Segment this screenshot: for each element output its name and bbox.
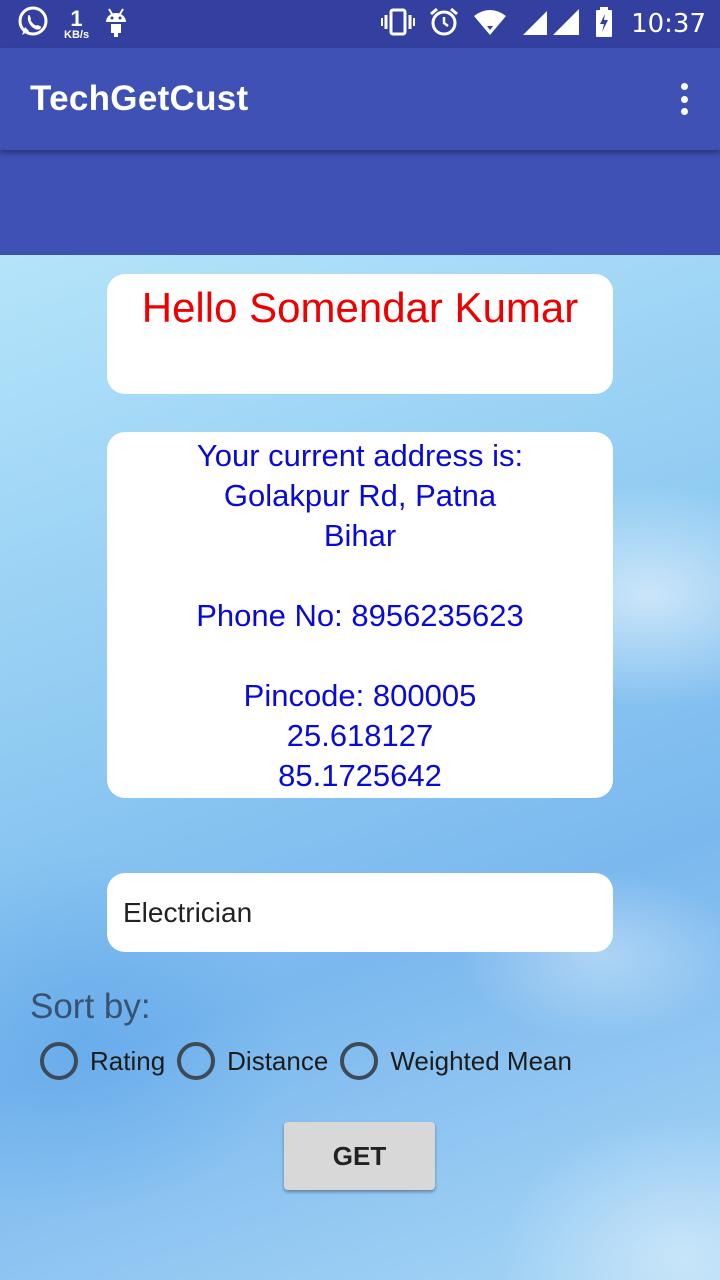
network-speed-value: 1 xyxy=(70,5,83,31)
network-speed-unit: KB/s xyxy=(64,28,90,41)
greeting-card: Hello Somendar Kumar xyxy=(107,274,613,394)
radio-label-distance: Distance xyxy=(227,1045,329,1076)
get-button[interactable]: GET xyxy=(284,1122,435,1190)
longitude: 85.1725642 xyxy=(278,758,442,793)
radio-rating[interactable]: Rating xyxy=(40,1042,165,1080)
status-bar: 1 KB/s 10:37 xyxy=(0,0,720,48)
alarm-icon xyxy=(429,7,459,42)
phone-number: Phone No: 8956235623 xyxy=(196,598,524,633)
service-type-value: Electrician xyxy=(123,896,253,928)
header-extension xyxy=(0,150,720,255)
menu-dot xyxy=(680,108,688,115)
radio-label-rating: Rating xyxy=(90,1045,166,1076)
radio-distance[interactable]: Distance xyxy=(177,1042,328,1080)
address-line-2: Bihar xyxy=(323,518,397,553)
status-left-icons: 1 KB/s xyxy=(16,5,129,44)
radio-label-weighted-mean: Weighted Mean xyxy=(390,1045,572,1076)
sort-by-label: Sort by: xyxy=(30,987,151,1026)
status-right-icons: 10:37 xyxy=(381,6,706,42)
address-heading: Your current address is: xyxy=(196,438,524,473)
menu-dot xyxy=(680,95,688,103)
radio-button-icon[interactable] xyxy=(40,1042,78,1080)
signal-icon xyxy=(521,8,581,41)
clock: 10:37 xyxy=(631,9,706,39)
overflow-menu-icon[interactable] xyxy=(672,79,696,119)
wifi-icon xyxy=(473,8,507,41)
service-type-field[interactable]: Electrician xyxy=(107,873,613,952)
app-bar: TechGetCust xyxy=(0,48,720,150)
battery-charging-icon xyxy=(595,6,613,42)
android-icon xyxy=(103,7,129,42)
radio-button-icon[interactable] xyxy=(177,1042,216,1080)
app-title: TechGetCust xyxy=(30,79,249,118)
greeting-text: Hello Somendar Kumar xyxy=(141,284,579,331)
vibrate-icon xyxy=(381,8,416,41)
radio-weighted-mean[interactable]: Weighted Mean xyxy=(340,1042,572,1080)
radio-button-icon[interactable] xyxy=(340,1042,379,1080)
address-card: Your current address is: Golakpur Rd, Pa… xyxy=(107,432,613,798)
latitude: 25.618127 xyxy=(286,718,434,753)
address-line-1: Golakpur Rd, Patna xyxy=(223,478,497,513)
pincode: Pincode: 800005 xyxy=(243,678,477,713)
network-speed: 1 KB/s xyxy=(64,5,90,41)
menu-dot xyxy=(680,83,688,90)
sort-options: Rating Distance Weighted Mean xyxy=(40,1042,584,1080)
whatsapp-icon xyxy=(16,5,50,44)
